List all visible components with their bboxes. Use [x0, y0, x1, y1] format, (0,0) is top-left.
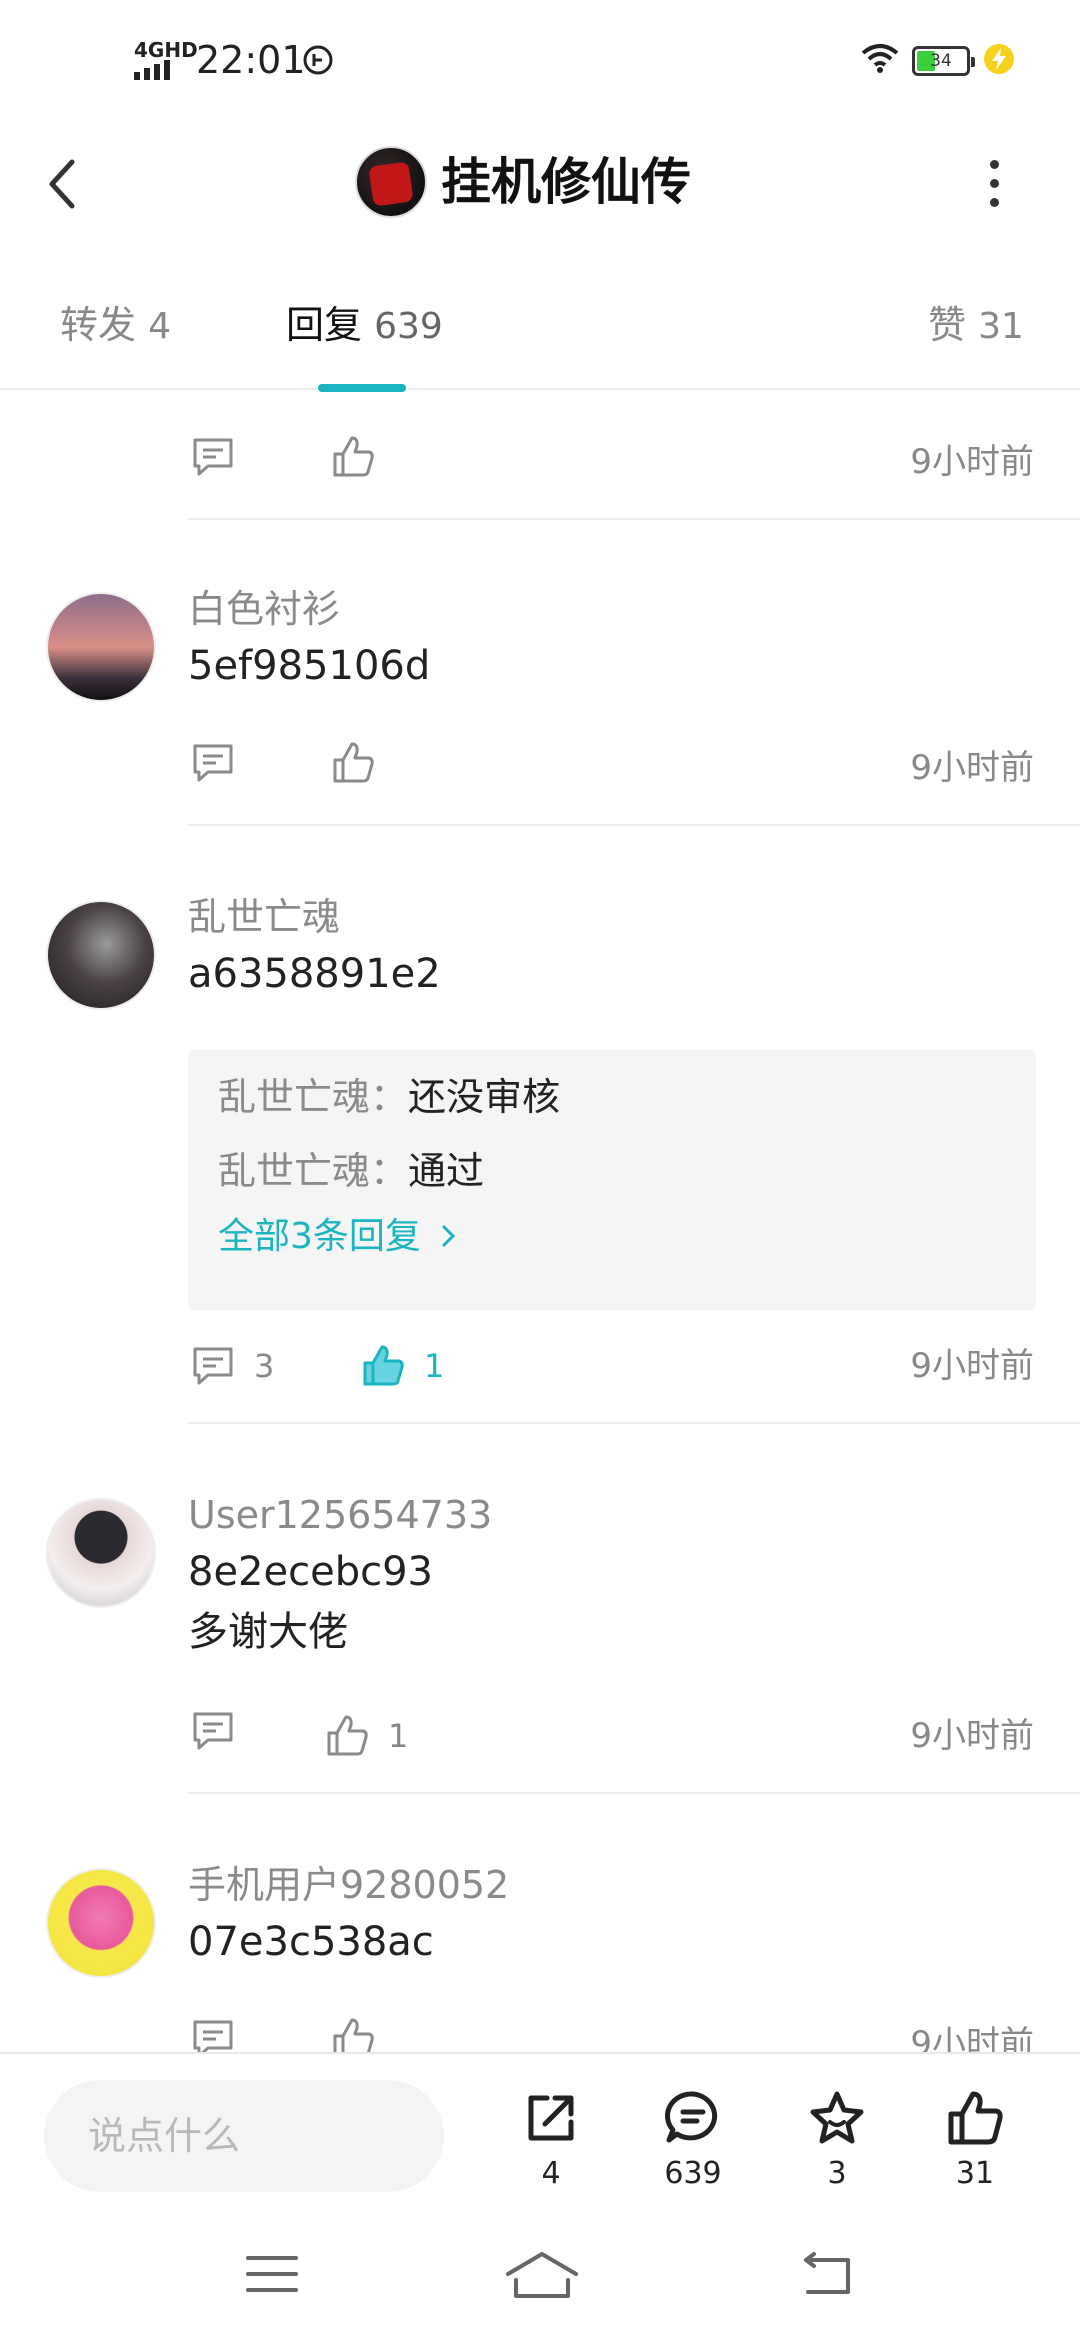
status-bar: 4GHD 22:01 34	[0, 0, 1080, 118]
comment-icon	[193, 1347, 233, 1385]
share-count: 4	[541, 2156, 561, 2191]
comment-icon	[193, 744, 233, 782]
like-button[interactable]: 1	[360, 1338, 444, 1394]
sub-reply: 乱世亡魂：通过	[218, 1149, 485, 1193]
star-icon	[810, 2091, 864, 2144]
thumbs-up-icon	[333, 2018, 374, 2052]
share-icon	[528, 2095, 574, 2141]
home-icon[interactable]	[504, 2250, 580, 2302]
comment-icon	[193, 2020, 233, 2052]
like-button[interactable]: 1	[324, 1708, 408, 1764]
reply-button[interactable]	[190, 2016, 236, 2052]
sub-reply-user[interactable]: 乱世亡魂	[218, 1149, 370, 1193]
like-button[interactable]	[330, 2016, 376, 2052]
like-count: 1	[388, 1717, 409, 1755]
battery-icon: 34	[912, 46, 975, 76]
reply-button[interactable]	[190, 740, 236, 786]
data-saver-icon	[303, 45, 333, 75]
divider	[188, 518, 1080, 520]
thumbs-up-filled-icon	[363, 1345, 404, 1386]
comment-username[interactable]: 乱世亡魂	[188, 890, 340, 944]
divider	[188, 1422, 1080, 1424]
like-button[interactable]	[330, 740, 376, 786]
tab-like[interactable]: 赞 31	[928, 300, 1024, 352]
comment-actions: 9小时前	[190, 434, 1040, 490]
favorite-count: 3	[827, 2156, 847, 2191]
comment-text: a6358891e2	[188, 951, 441, 997]
like-post-button[interactable]: 31	[920, 2088, 1030, 2194]
sub-reply-text: 还没审核	[408, 1075, 561, 1119]
sub-reply: 乱世亡魂：还没审核	[218, 1075, 561, 1119]
tab-bar: 转发 4 回复 639 赞 31	[0, 290, 1080, 392]
comment-time: 9小时前	[910, 1716, 1034, 1756]
bottom-action-bar: 说点什么 4 639 3 31	[0, 2052, 1080, 2212]
view-all-replies-link[interactable]: 全部3条回复	[218, 1210, 458, 1264]
reply-count: 3	[254, 1347, 275, 1385]
comment-button[interactable]: 639	[638, 2088, 748, 2194]
system-nav-bar	[0, 2214, 1080, 2340]
comment-username[interactable]: 手机用户9280052	[188, 1858, 509, 1912]
divider	[188, 824, 1080, 826]
comment-username[interactable]: 白色衬衫	[188, 582, 340, 636]
comment-time: 9小时前	[910, 1346, 1034, 1386]
more-options-icon[interactable]	[990, 160, 1000, 217]
favorite-button[interactable]: 3	[782, 2088, 892, 2194]
like-button[interactable]	[330, 434, 376, 480]
avatar[interactable]	[46, 1868, 156, 1978]
comment-actions: 3 1 9小时前	[190, 1338, 1040, 1394]
like-post-count: 31	[955, 2156, 995, 2191]
reply-button[interactable]: 3	[190, 1338, 274, 1394]
back-icon[interactable]	[44, 156, 80, 212]
header-title-group[interactable]: 挂机修仙传	[355, 146, 691, 218]
page-title: 挂机修仙传	[441, 153, 691, 211]
sub-reply-box[interactable]: 乱世亡魂：还没审核 乱世亡魂：通过 全部3条回复	[188, 1050, 1036, 1310]
comment-bubble-icon	[664, 2091, 718, 2143]
clock: 22:01	[196, 38, 306, 82]
comment-count: 639	[664, 2156, 722, 2191]
avatar[interactable]	[46, 592, 156, 702]
comment-time: 9小时前	[910, 442, 1034, 482]
reply-button[interactable]	[190, 434, 236, 480]
network-type: 4GHD	[134, 38, 198, 62]
sub-reply-text: 通过	[408, 1149, 485, 1193]
active-tab-indicator	[318, 384, 406, 392]
comment-input[interactable]: 说点什么	[44, 2080, 444, 2192]
chevron-right-icon	[442, 1224, 456, 1248]
comment-time: 9小时前	[910, 748, 1034, 788]
comment-actions: 1 9小时前	[190, 1708, 1040, 1764]
charging-icon	[984, 44, 1014, 74]
tab-reply[interactable]: 回复 639	[286, 300, 443, 352]
comment-text: 07e3c538ac	[188, 1919, 434, 1965]
comment-time: 9小时前	[910, 2024, 1034, 2052]
reply-button[interactable]	[190, 1708, 236, 1754]
comment-text: 多谢大佬	[188, 1609, 348, 1655]
avatar[interactable]	[46, 1498, 156, 1608]
comment-icon	[193, 1712, 233, 1750]
comment-text: 8e2ecebc93	[188, 1549, 433, 1595]
comment-actions: 9小时前	[190, 2016, 1040, 2052]
comment-actions: 9小时前	[190, 740, 1040, 796]
comment-username[interactable]: User125654733	[188, 1488, 492, 1542]
comment-text: 5ef985106d	[188, 643, 431, 689]
comment-feed[interactable]: 9小时前 白色衬衫 5ef985106d 9小时前 乱世亡魂 a6358891e…	[0, 392, 1080, 2052]
divider	[188, 1792, 1080, 1794]
thumbs-up-icon	[333, 436, 374, 477]
thumbs-up-icon	[327, 1715, 368, 1756]
wifi-icon	[861, 44, 899, 73]
comment-icon	[193, 438, 233, 476]
tab-repost[interactable]: 转发 4	[60, 300, 171, 352]
menu-icon[interactable]	[244, 2250, 300, 2298]
thumbs-up-icon	[333, 742, 374, 783]
game-logo	[355, 146, 427, 218]
signal-icon	[134, 60, 170, 80]
sub-reply-user[interactable]: 乱世亡魂	[218, 1075, 370, 1119]
share-button[interactable]: 4	[496, 2088, 606, 2194]
thumbs-up-icon	[948, 2091, 1003, 2145]
like-count: 1	[424, 1347, 445, 1385]
header: 挂机修仙传	[0, 130, 1080, 240]
avatar[interactable]	[46, 900, 156, 1010]
back-nav-icon[interactable]	[794, 2250, 854, 2298]
